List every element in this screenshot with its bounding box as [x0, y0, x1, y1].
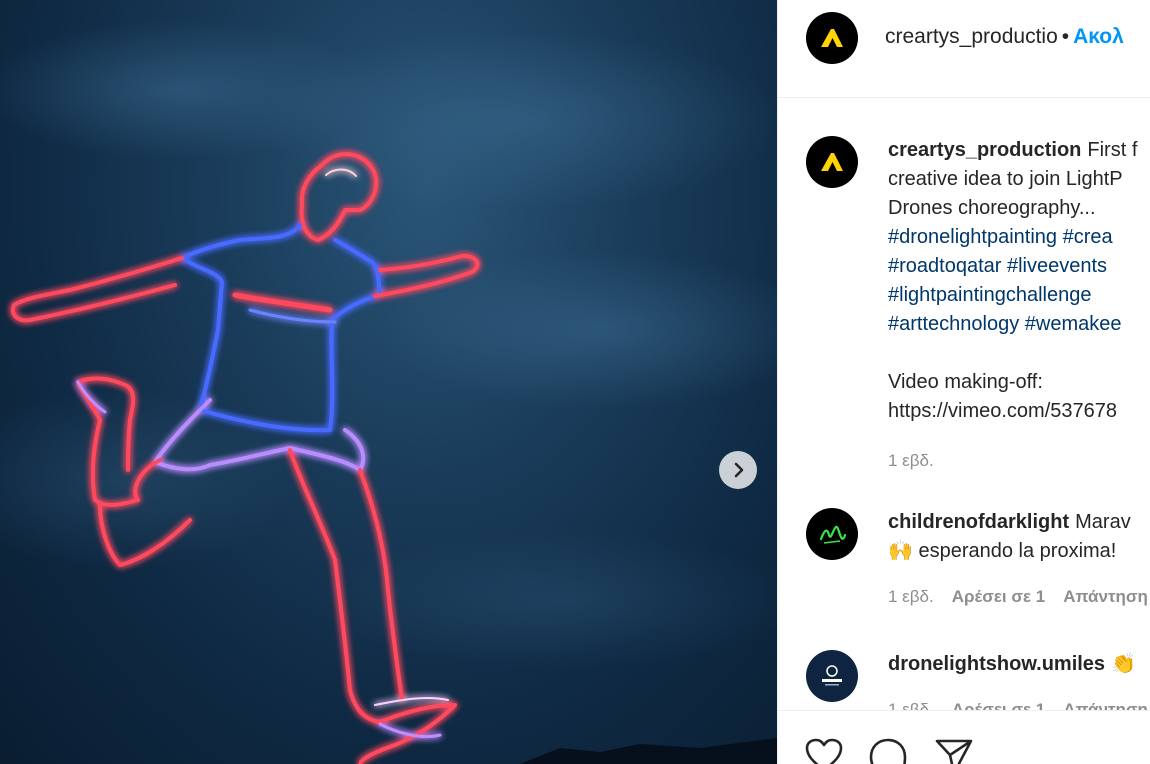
comment-timestamp[interactable]: 1 εβδ.: [888, 700, 934, 710]
caption-hashtags[interactable]: #arttechnology #wemakee: [888, 310, 1150, 339]
caption-line: creative idea to join LightP: [888, 168, 1123, 190]
paper-plane-icon[interactable]: [934, 737, 974, 764]
follow-button[interactable]: Ακολ: [1073, 25, 1124, 48]
caption-line: Video making-off:: [888, 371, 1043, 393]
heart-icon[interactable]: [804, 737, 844, 764]
avatar[interactable]: [806, 136, 858, 188]
chevron-right-icon: [734, 462, 744, 478]
reply-button[interactable]: Απάντηση: [1063, 587, 1148, 606]
caption-timestamp[interactable]: 1 εβδ.: [888, 451, 934, 470]
comment-username[interactable]: childrenofdarklight: [888, 511, 1069, 533]
light-painting-photo: [0, 20, 777, 764]
brand-logo-icon: [821, 153, 843, 171]
post-header: creartys_productio • Ακολ: [778, 0, 1150, 98]
graffiti-logo-icon: [819, 525, 847, 544]
post-media[interactable]: [0, 0, 777, 764]
avatar[interactable]: [806, 508, 858, 560]
emoji: 👏: [1111, 653, 1136, 675]
caption-line: First f: [1087, 139, 1138, 161]
post-actions: [778, 710, 1150, 764]
post-author-username[interactable]: creartys_productio: [885, 25, 1058, 48]
next-image-button[interactable]: [719, 451, 757, 489]
separator-dot: •: [1061, 25, 1070, 48]
comment-icon[interactable]: [868, 737, 908, 764]
brand-logo-icon: [821, 29, 843, 47]
comment-timestamp[interactable]: 1 εβδ.: [888, 587, 934, 606]
caption-username[interactable]: creartys_production: [888, 139, 1081, 161]
avatar[interactable]: [806, 12, 858, 64]
caption-line: Drones choreography...: [888, 197, 1096, 219]
reply-button[interactable]: Απάντηση: [1063, 700, 1148, 710]
caption-hashtags[interactable]: #roadtoqatar #liveevents: [888, 252, 1150, 281]
comment-text: Marav: [1075, 511, 1131, 533]
comments-list[interactable]: creartys_production First f creative idea…: [778, 98, 1150, 710]
avatar[interactable]: [806, 650, 858, 702]
emoji: 🙌: [888, 540, 913, 562]
umiles-logo-icon: [822, 665, 842, 686]
post-sidebar: creartys_productio • Ακολ creartys_product…: [777, 0, 1150, 764]
comment-text: esperando la proxima!: [918, 540, 1117, 562]
caption-hashtags[interactable]: #dronelightpainting #crea: [888, 223, 1150, 252]
comment-likes[interactable]: Αρέσει σε 1: [952, 700, 1045, 710]
caption-hashtags[interactable]: #lightpaintingchallenge: [888, 281, 1150, 310]
caption-link[interactable]: https://vimeo.com/537678: [888, 397, 1150, 426]
comment-likes[interactable]: Αρέσει σε 1: [952, 587, 1045, 606]
comment-username[interactable]: dronelightshow.umiles: [888, 653, 1105, 675]
